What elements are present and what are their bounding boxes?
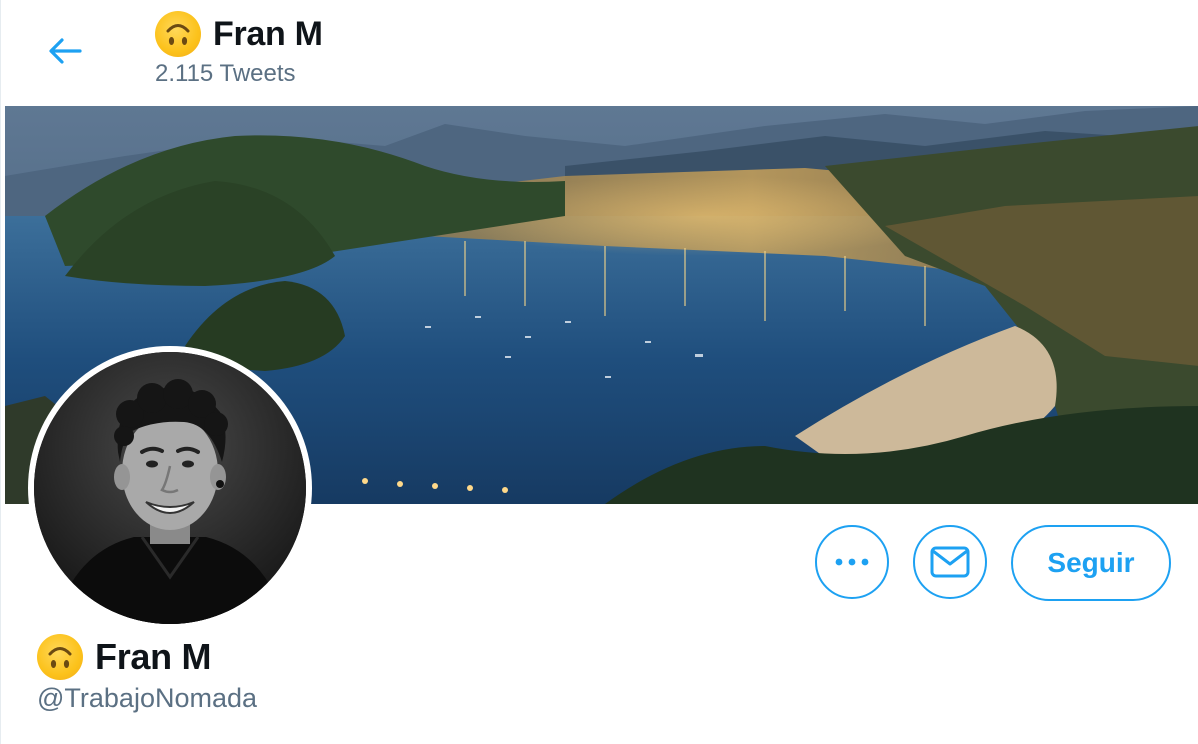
profile-page: Fran M 2.115 Tweets Seguir Fran M @Traba…	[0, 0, 1198, 744]
message-button[interactable]	[913, 525, 987, 599]
upside-down-face-emoji-icon	[37, 634, 83, 680]
follow-button[interactable]: Seguir	[1011, 525, 1171, 601]
back-button[interactable]	[35, 21, 95, 81]
arrow-left-icon	[49, 38, 82, 64]
tweet-count: 2.115 Tweets	[155, 60, 296, 87]
profile-handle: @TrabajoNomada	[37, 683, 258, 713]
envelope-icon	[930, 546, 970, 578]
header-title: Fran M	[155, 10, 323, 58]
profile-display-name: Fran M	[95, 636, 212, 677]
profile-name: Fran M	[37, 632, 212, 682]
more-button[interactable]	[815, 525, 889, 599]
avatar[interactable]	[28, 346, 312, 630]
upside-down-face-emoji-icon	[155, 11, 201, 57]
header-name: Fran M	[213, 14, 323, 53]
profile-photo	[34, 352, 306, 624]
more-dots-icon	[835, 558, 869, 566]
